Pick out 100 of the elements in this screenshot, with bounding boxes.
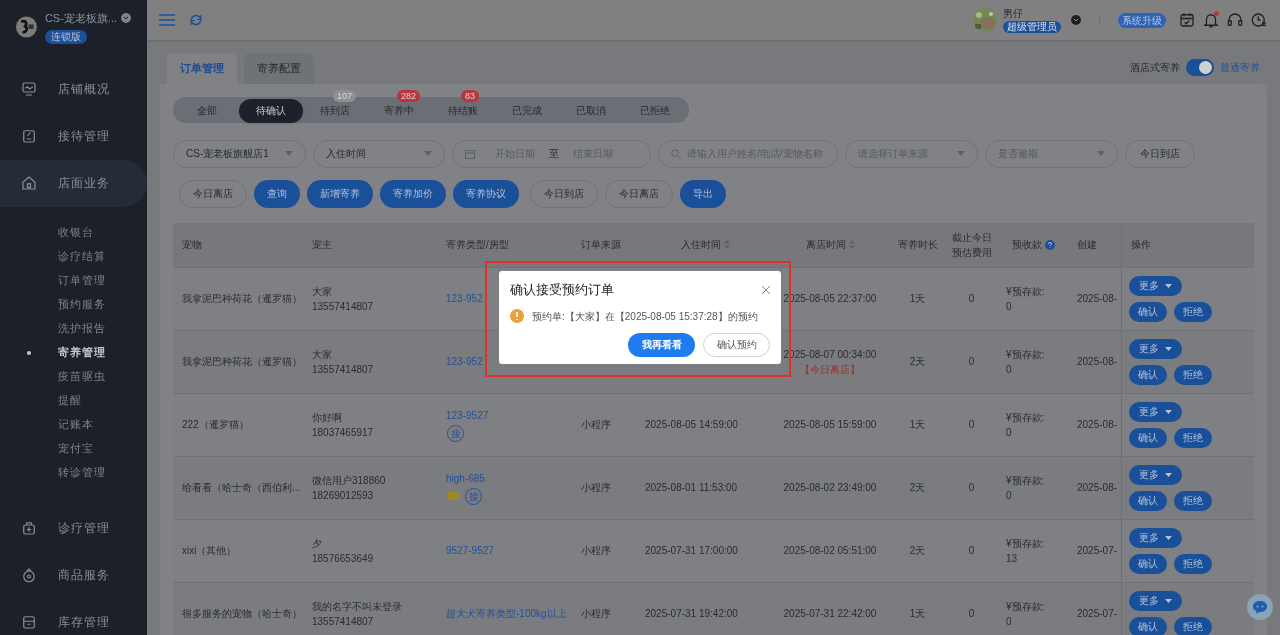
upgrade-button[interactable]: 系统升级 [1118, 12, 1166, 28]
reject-button[interactable]: 拒绝 [1174, 427, 1212, 448]
bell-icon[interactable] [1202, 11, 1220, 29]
edition-badge: 连锁版 [44, 29, 87, 44]
created-time: 2025-08- [1076, 292, 1119, 306]
count-badge: 107 [333, 90, 357, 102]
nav-item[interactable]: 店面业务 [0, 159, 147, 207]
chat-button[interactable] [1247, 594, 1273, 620]
column-header: 预收款 [1011, 238, 1042, 252]
reject-button[interactable]: 拒绝 [1174, 364, 1212, 385]
nav-subitem[interactable]: 宠付宝 [0, 436, 147, 461]
owner-name: 大家 [312, 284, 333, 299]
action-button[interactable]: 寄养加价 [380, 179, 446, 208]
confirm-button[interactable]: 确认 [1129, 301, 1167, 322]
estimated-fee: 0 [967, 544, 976, 558]
nav-item[interactable]: 诊疗管理 [0, 504, 147, 552]
switch-label: 酒店式寄养 [1130, 61, 1180, 75]
deposit-amount: 13 [1006, 551, 1019, 566]
nav-item[interactable]: 店铺概况 [0, 65, 147, 113]
caret-icon [1165, 598, 1172, 603]
action-button[interactable]: 查询 [254, 179, 300, 208]
mode-toggle[interactable] [1186, 59, 1214, 76]
deposit-amount: 0 [1006, 614, 1013, 629]
status-tab[interactable]: 已拒绝 [623, 98, 687, 123]
nav-item[interactable]: 商品服务 [0, 551, 147, 599]
column-header: 离店时间 [805, 238, 846, 252]
dropdown-icon[interactable] [1071, 15, 1081, 25]
dropdown-icon[interactable] [121, 13, 131, 24]
created-time: 2025-08- [1076, 355, 1119, 369]
medkit-icon [20, 519, 38, 537]
action-button[interactable]: 寄养协议 [453, 179, 519, 208]
nav-subitem[interactable]: 诊疗结算 [0, 244, 147, 269]
estimated-fee: 0 [967, 481, 976, 495]
nav-subitem[interactable]: 洗护报告 [0, 316, 147, 341]
order-source: 小程序 [581, 545, 611, 556]
status-tab[interactable]: 待确认 [239, 98, 303, 123]
status-tab[interactable]: 已完成 [495, 98, 559, 123]
nav-subitem[interactable]: 疫苗驱虫 [0, 364, 147, 389]
nav-subitem[interactable]: 提醒 [0, 388, 147, 413]
clock-icon[interactable] [1250, 11, 1268, 29]
cancel-button[interactable]: 我再看看 [628, 332, 695, 357]
deposit-label: ¥预存款: [1006, 410, 1046, 425]
caret-icon [424, 151, 432, 156]
nav-subitem[interactable]: 记账本 [0, 412, 147, 437]
reject-button[interactable]: 拒绝 [1174, 616, 1212, 635]
owner-phone: 13557414807 [312, 299, 375, 314]
nav-subitem[interactable]: 收银台 [0, 220, 147, 245]
owner-name: 大家 [312, 347, 333, 362]
role-badge: 超级管理员 [1003, 20, 1061, 33]
nav-subitem[interactable]: 订单管理 [0, 268, 147, 293]
more-button[interactable]: 更多 [1129, 401, 1182, 422]
more-button[interactable]: 更多 [1129, 527, 1182, 548]
more-button[interactable]: 更多 [1129, 275, 1182, 296]
headset-icon[interactable] [1226, 11, 1244, 29]
confirm-button[interactable]: 确认预约 [703, 332, 770, 357]
column-header: 宠主 [312, 238, 332, 252]
status-tab[interactable]: 已取消 [559, 98, 623, 123]
created-time: 2025-08- [1076, 418, 1119, 432]
calendar-icon[interactable] [1178, 11, 1196, 29]
confirm-button[interactable]: 确认 [1129, 553, 1167, 574]
more-button[interactable]: 更多 [1129, 338, 1182, 359]
deposit-label: ¥预存款: [1006, 284, 1046, 299]
action-button[interactable]: 新增寄养 [307, 179, 373, 208]
caret-icon [1165, 409, 1172, 414]
deposit-amount: 0 [1006, 488, 1013, 503]
nav-subitem[interactable]: 转诊管理 [0, 460, 147, 485]
checkout-time: 2025-08-02 05:51:00 [783, 544, 877, 558]
close-icon[interactable] [762, 285, 770, 294]
reject-button[interactable]: 拒绝 [1174, 301, 1212, 322]
owner-phone: 18269012593 [312, 488, 375, 503]
status-tab[interactable]: 全部 [175, 98, 239, 123]
estimated-fee: 0 [967, 355, 976, 369]
monitor-icon [20, 80, 38, 98]
deposit-amount: 0 [1006, 425, 1013, 440]
leaving-today-note: 【今日离店】 [800, 362, 860, 377]
action-button[interactable]: 导出 [680, 179, 726, 208]
confirm-button[interactable]: 确认 [1129, 616, 1167, 635]
checkout-time: 2025-08-02 23:49:00 [783, 481, 877, 495]
reject-button[interactable]: 拒绝 [1174, 490, 1212, 511]
caret-icon [285, 151, 293, 156]
help-icon[interactable] [1044, 239, 1055, 250]
nav-subitem[interactable]: 预约服务 [0, 292, 147, 317]
page-tab[interactable]: 寄养配置 [244, 53, 314, 84]
nav-item[interactable]: 接待管理 [0, 112, 147, 160]
clipboard-icon [20, 127, 38, 145]
chat-icon [1252, 600, 1268, 614]
confirm-button[interactable]: 确认 [1129, 364, 1167, 385]
column-header: 寄养时长 [897, 238, 938, 252]
nav-item[interactable]: 库存管理 [0, 598, 147, 635]
stay-duration: 1天 [908, 607, 927, 621]
more-button[interactable]: 更多 [1129, 464, 1182, 485]
confirm-button[interactable]: 确认 [1129, 490, 1167, 511]
confirm-button[interactable]: 确认 [1129, 427, 1167, 448]
more-button[interactable]: 更多 [1129, 590, 1182, 611]
order-source: 小程序 [581, 608, 611, 619]
nav-subitem[interactable]: 寄养管理 [0, 340, 147, 365]
reject-button[interactable]: 拒绝 [1174, 553, 1212, 574]
user-name: 男仔 [1003, 7, 1024, 20]
column-header: 寄养类型/房型 [446, 238, 509, 252]
created-time: 2025-07- [1076, 607, 1119, 621]
